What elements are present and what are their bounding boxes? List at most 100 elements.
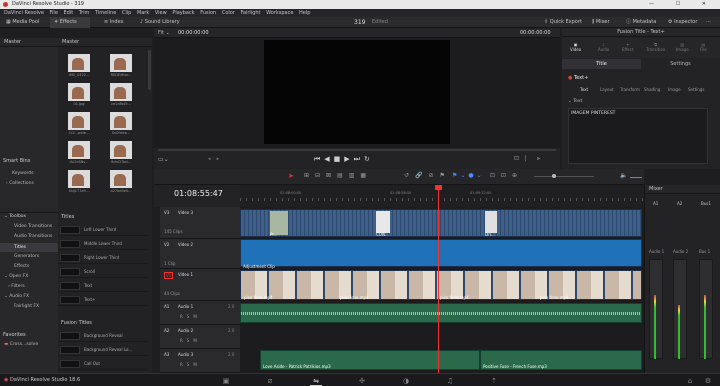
fairlight-page-icon[interactable]: ♫ [444, 376, 456, 386]
snap-link-tools[interactable]: ↺🔗⊘⚑ [404, 172, 451, 179]
node-tab-shading[interactable]: Shading [644, 85, 660, 94]
playhead[interactable] [438, 185, 439, 373]
edit-tools[interactable]: ⊞⊟⊠▤▥▦ [304, 172, 372, 179]
quick-export-button[interactable]: ⇪ Quick Export [544, 17, 584, 28]
speaker-icon[interactable]: 🔈 [620, 172, 627, 179]
viewer-canvas[interactable] [264, 40, 450, 144]
mixer-strip[interactable] [699, 259, 713, 359]
menu-item-file[interactable]: File [50, 10, 58, 16]
a2-lane[interactable] [240, 327, 642, 347]
media-thumbnail[interactable] [68, 54, 90, 72]
title-item[interactable]: Scroll [58, 266, 148, 278]
timeline-ruler[interactable]: 01:08:00:00 01:08:56:00 01:09:12:00 [240, 185, 644, 207]
node-tab-text[interactable]: Text [580, 85, 588, 94]
node-tab-layout[interactable]: Layout [600, 85, 614, 94]
track-header-a1[interactable]: A1 Audio 1 2.0 RSM [160, 301, 240, 325]
menu-item-color[interactable]: Color [222, 10, 235, 16]
menu-item-davinci[interactable]: DaVinci Resolve [4, 10, 44, 16]
media-thumbnail[interactable] [68, 83, 90, 101]
v3-clip-thumb[interactable] [485, 211, 497, 233]
track-header-a2[interactable]: A2 Audio 2 2.0 RSM [160, 325, 240, 349]
track-header-v3[interactable]: V3 Video 3 145 Clips [160, 207, 240, 239]
media-thumbnail[interactable] [68, 170, 90, 188]
zoom-fit-dropdown[interactable]: Fit ⌄ [158, 28, 170, 38]
subtab-title[interactable]: Title [562, 59, 641, 69]
tree-audio-fx[interactable]: ⌄ Audio FX [4, 294, 29, 299]
tree-fairlight-fx[interactable]: Fairlight FX [14, 304, 39, 309]
tab-transition[interactable]: ⧉ Transition [646, 42, 665, 52]
menu-item-fairlight[interactable]: Fairlight [240, 10, 260, 16]
timeline-tracks-area[interactable]: Pr... CON... Dri... Adjustment Clip pixo… [240, 207, 644, 373]
node-tab-settings[interactable]: Settings [688, 85, 704, 94]
a3-clip-2[interactable]: Positive Fuse - French Fuse.mp3 [480, 350, 642, 370]
selection-tool-icon[interactable]: ➤ [288, 172, 294, 180]
favorite-item[interactable]: ▬ Cross...solve [4, 342, 38, 347]
more-options-icon[interactable]: ⋯ [706, 17, 718, 28]
master-bin-header[interactable]: Master [0, 38, 58, 47]
color-page-icon[interactable]: ◑ [400, 376, 412, 386]
menu-item-workspace[interactable]: Workspace [266, 10, 293, 16]
media-scrollbar[interactable] [148, 50, 151, 90]
media-thumbnail[interactable] [110, 54, 132, 72]
tree-video-transitions[interactable]: Video Transitions [14, 224, 52, 229]
media-thumbnail[interactable] [110, 112, 132, 130]
fusion-title-item[interactable]: Background Reveal Lo... [58, 344, 148, 356]
adjustment-clip[interactable]: Adjustment Clip [240, 239, 642, 269]
menu-item-fusion[interactable]: Fusion [200, 10, 216, 16]
effects-button[interactable]: ✦ Effects [50, 17, 90, 28]
menu-item-edit[interactable]: Edit [64, 10, 74, 16]
fusion-page-icon[interactable]: ✣ [356, 376, 368, 386]
menu-item-playback[interactable]: Playback [172, 10, 194, 16]
v3-clips[interactable] [240, 209, 642, 237]
mixer-button[interactable]: ⫼ Mixer [592, 17, 618, 28]
title-item[interactable]: Middle Lower Third [58, 238, 148, 250]
tree-open-fx[interactable]: ⌄ Open FX [4, 274, 28, 279]
viewer-options-icon[interactable]: ▭⌄ [158, 156, 169, 163]
collections-bin[interactable]: › Collections [6, 181, 34, 186]
track-header-a3[interactable]: A3 Audio 3 2.0 RSM [160, 349, 240, 373]
flag-marker-tools[interactable]: ⚑⌄●⌄ [452, 172, 485, 179]
tab-video[interactable]: ▣ Video [570, 42, 581, 52]
media-thumbnail[interactable] [110, 141, 132, 159]
menu-item-help[interactable]: Help [299, 10, 310, 16]
menu-item-timeline[interactable]: Timeline [95, 10, 116, 16]
track-rsm-buttons[interactable]: RSM [180, 314, 201, 319]
match-frame-controls[interactable]: ⊡⎸⫸ [514, 155, 546, 163]
tree-generators[interactable]: Generators [14, 254, 39, 259]
tab-audio[interactable]: ♪ Audio [598, 42, 609, 52]
playback-controls[interactable]: ⏮◀■▶⏭↻ [314, 155, 374, 164]
title-item[interactable]: Left Lower Third [58, 224, 148, 236]
a3-clip-1[interactable]: Love Aside - Patrick Patrikios.mp3 [260, 350, 480, 370]
tree-filters[interactable]: › Filters [8, 284, 25, 289]
volume-slider[interactable] [630, 177, 642, 178]
mixer-strip[interactable] [673, 259, 687, 359]
v3-clip-thumb[interactable] [376, 211, 390, 233]
node-tab-image[interactable]: Image [668, 85, 681, 94]
node-tab-transform[interactable]: Transform [620, 85, 640, 94]
jog-control-icon[interactable]: ◂ ◦ ▸ [208, 156, 219, 162]
track-rsm-buttons[interactable]: RSM [180, 338, 201, 343]
track-header-v1[interactable]: V1 Video 1 44 Clips [160, 269, 240, 301]
media-thumbnail[interactable] [68, 141, 90, 159]
inspector-button[interactable]: ⚙ Inspector [668, 17, 702, 28]
fusion-title-item[interactable]: Background Reveal [58, 330, 148, 342]
deliver-page-icon[interactable]: ⇡ [488, 376, 500, 386]
tab-effect[interactable]: ✦ Effect [622, 42, 634, 52]
mixer-strip[interactable] [649, 259, 663, 359]
zoom-slider[interactable] [534, 176, 594, 177]
title-item[interactable]: Text [58, 280, 148, 292]
scrub-bar[interactable] [158, 149, 556, 151]
tree-audio-transitions[interactable]: Audio Transitions [14, 234, 52, 239]
media-thumbnail[interactable] [68, 112, 90, 130]
fusion-title-item[interactable]: Call Out [58, 358, 148, 370]
window-controls[interactable]: — ☐ ✕ [649, 0, 716, 9]
a1-clips[interactable] [240, 303, 642, 323]
title-item[interactable]: Right Lower Third [58, 252, 148, 264]
sound-library-button[interactable]: ♪ Sound Library [140, 17, 190, 28]
keywords-bin[interactable]: Keywords [12, 171, 34, 176]
media-page-icon[interactable]: ▣ [220, 376, 232, 386]
edit-page-icon[interactable]: ⇋ [310, 376, 322, 386]
tree-effects[interactable]: Effects [14, 264, 29, 269]
tab-file[interactable]: ▤ File [700, 42, 707, 52]
tree-titles[interactable]: Titles [0, 243, 58, 252]
